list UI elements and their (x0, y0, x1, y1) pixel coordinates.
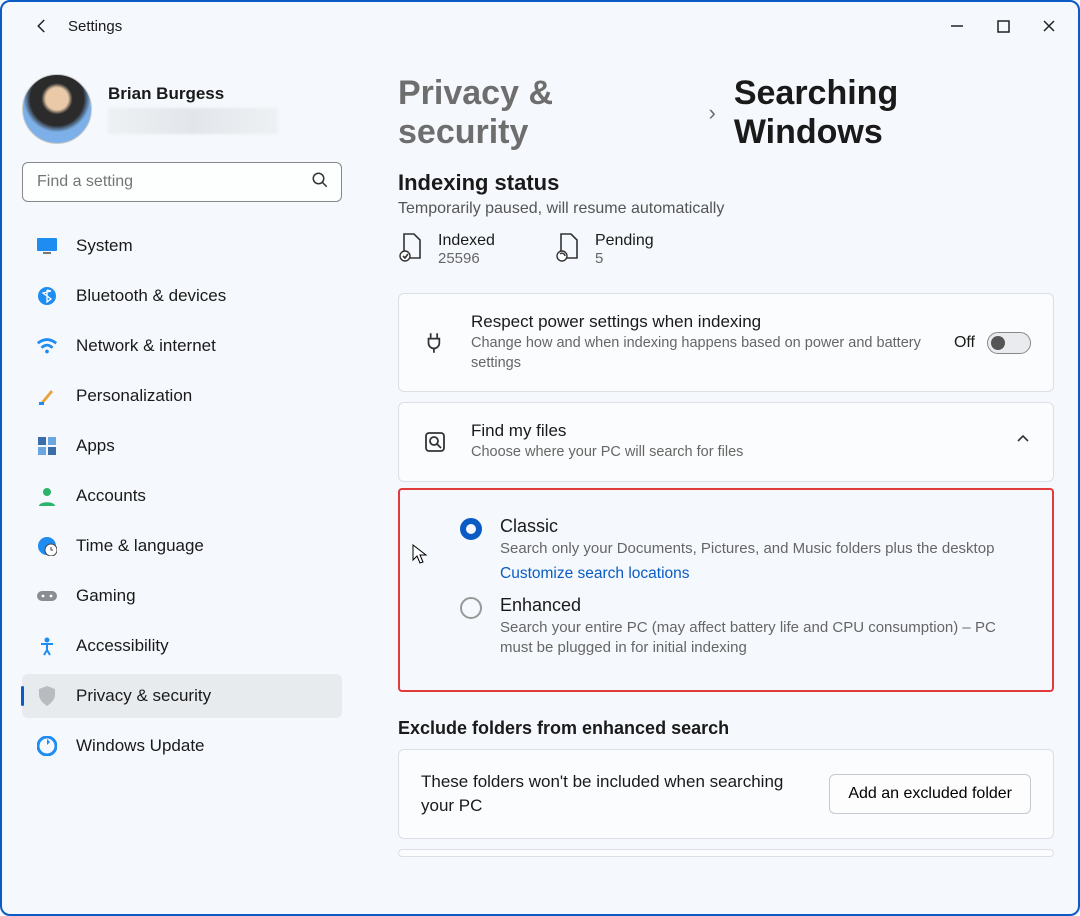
toggle-state-label: Off (954, 334, 975, 352)
customize-search-locations-link[interactable]: Customize search locations (500, 565, 1032, 583)
update-icon (36, 735, 58, 757)
indexed-label: Indexed (438, 232, 495, 250)
find-my-files-options: Classic Search only your Documents, Pict… (398, 488, 1054, 693)
wifi-icon (36, 335, 58, 357)
search-icon (311, 171, 329, 194)
window-title: Settings (68, 18, 122, 35)
pending-value: 5 (595, 250, 654, 267)
plug-icon (421, 330, 449, 356)
chevron-up-icon (1015, 431, 1031, 452)
back-button[interactable] (22, 17, 62, 35)
radio-classic[interactable] (460, 518, 482, 540)
close-button[interactable] (1026, 6, 1072, 46)
accessibility-icon (36, 635, 58, 657)
pending-label: Pending (595, 232, 654, 250)
search-box[interactable] (22, 162, 342, 202)
sidebar-item-label: Bluetooth & devices (76, 286, 226, 306)
chevron-right-icon: › (709, 100, 716, 126)
titlebar: Settings (2, 2, 1078, 50)
card-find-my-files[interactable]: Find my files Choose where your PC will … (398, 402, 1054, 482)
sidebar-item-accounts[interactable]: Accounts (22, 474, 342, 518)
power-card-title: Respect power settings when indexing (471, 312, 932, 332)
power-card-desc: Change how and when indexing happens bas… (471, 334, 932, 373)
sidebar-item-gaming[interactable]: Gaming (22, 574, 342, 618)
search-input[interactable] (35, 172, 311, 192)
person-icon (36, 485, 58, 507)
shield-icon (36, 685, 58, 707)
cursor-icon (412, 544, 428, 569)
radio-option-enhanced[interactable]: Enhanced Search your entire PC (may affe… (460, 595, 1032, 659)
file-check-icon (398, 232, 424, 267)
breadcrumb: Privacy & security › Searching Windows (398, 74, 1054, 152)
radio-enhanced[interactable] (460, 597, 482, 619)
minimize-button[interactable] (934, 6, 980, 46)
maximize-button[interactable] (980, 6, 1026, 46)
radio-option-classic[interactable]: Classic Search only your Documents, Pict… (460, 516, 1032, 583)
classic-title: Classic (500, 516, 1032, 537)
sidebar-item-label: Time & language (76, 536, 204, 556)
monitor-icon (36, 235, 58, 257)
breadcrumb-parent[interactable]: Privacy & security (398, 74, 691, 152)
indexed-value: 25596 (438, 250, 495, 267)
sidebar-item-privacy[interactable]: Privacy & security (22, 674, 342, 718)
sidebar-item-label: Personalization (76, 386, 192, 406)
card-exclude-folders: These folders won't be included when sea… (398, 749, 1054, 839)
find-card-desc: Choose where your PC will search for fil… (471, 443, 993, 463)
sidebar-item-personalization[interactable]: Personalization (22, 374, 342, 418)
card-power-settings[interactable]: Respect power settings when indexing Cha… (398, 293, 1054, 392)
stat-pending: Pending 5 (555, 232, 654, 267)
indexing-status-subtitle: Temporarily paused, will resume automati… (398, 200, 1054, 218)
sidebar-item-label: Windows Update (76, 736, 205, 756)
exclude-desc: These folders won't be included when sea… (421, 770, 809, 818)
avatar (22, 74, 92, 144)
bluetooth-icon (36, 285, 58, 307)
nav: System Bluetooth & devices Network & int… (22, 224, 342, 774)
sidebar: Brian Burgess System Bluetooth & devices… (22, 50, 362, 867)
add-excluded-folder-button[interactable]: Add an excluded folder (829, 774, 1031, 814)
power-toggle[interactable] (987, 332, 1031, 354)
sidebar-item-update[interactable]: Windows Update (22, 724, 342, 768)
page-title: Searching Windows (734, 74, 1054, 152)
sidebar-item-label: System (76, 236, 133, 256)
indexing-status-heading: Indexing status (398, 170, 1054, 196)
user-email-blurred (108, 108, 278, 134)
file-refresh-icon (555, 232, 581, 267)
search-file-icon (421, 430, 449, 454)
sidebar-item-label: Network & internet (76, 336, 216, 356)
sidebar-item-time[interactable]: Time & language (22, 524, 342, 568)
main-content: Privacy & security › Searching Windows I… (362, 50, 1078, 867)
find-card-title: Find my files (471, 421, 993, 441)
sidebar-item-label: Gaming (76, 586, 136, 606)
classic-desc: Search only your Documents, Pictures, an… (500, 539, 1032, 559)
sidebar-item-label: Accessibility (76, 636, 169, 656)
enhanced-desc: Search your entire PC (may affect batter… (500, 618, 1032, 659)
brush-icon (36, 385, 58, 407)
sidebar-item-label: Privacy & security (76, 686, 211, 706)
sidebar-item-bluetooth[interactable]: Bluetooth & devices (22, 274, 342, 318)
card-placeholder (398, 849, 1054, 857)
user-name: Brian Burgess (108, 84, 278, 104)
stat-indexed: Indexed 25596 (398, 232, 495, 267)
sidebar-item-accessibility[interactable]: Accessibility (22, 624, 342, 668)
sidebar-item-system[interactable]: System (22, 224, 342, 268)
exclude-heading: Exclude folders from enhanced search (398, 718, 1054, 739)
sidebar-item-label: Apps (76, 436, 115, 456)
apps-icon (36, 435, 58, 457)
profile-block[interactable]: Brian Burgess (22, 74, 342, 144)
gamepad-icon (36, 585, 58, 607)
sidebar-item-network[interactable]: Network & internet (22, 324, 342, 368)
globe-clock-icon (36, 535, 58, 557)
enhanced-title: Enhanced (500, 595, 1032, 616)
sidebar-item-apps[interactable]: Apps (22, 424, 342, 468)
sidebar-item-label: Accounts (76, 486, 146, 506)
